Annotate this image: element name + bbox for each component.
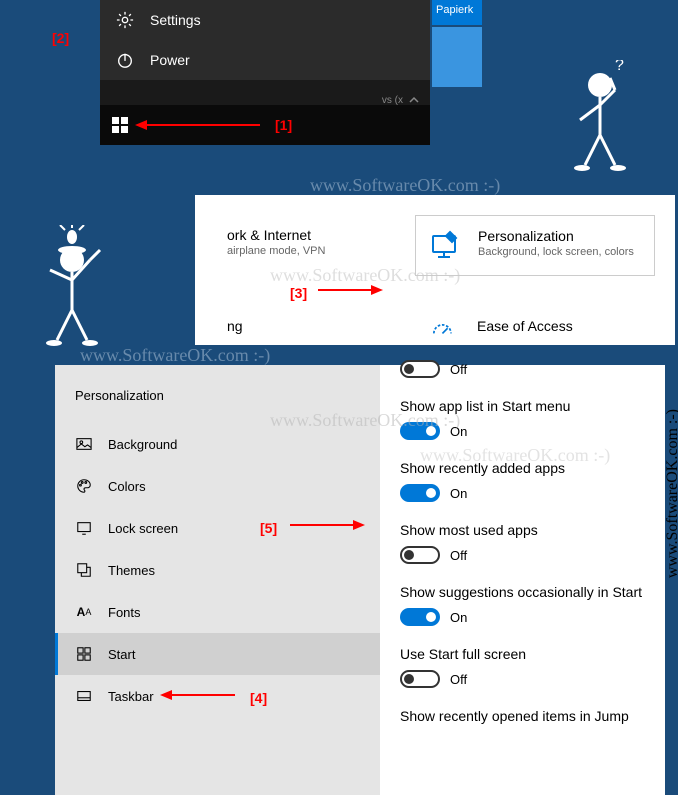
gaming-title: ng xyxy=(227,318,243,334)
lockscreen-icon xyxy=(75,519,93,537)
tile-blank[interactable] xyxy=(432,27,482,87)
arrow-1 xyxy=(135,115,265,135)
thinking-figure: ? xyxy=(560,60,640,180)
fullscreen-label: Use Start full screen xyxy=(400,646,645,662)
settings-label: Settings xyxy=(150,12,201,28)
annotation-3: [3] xyxy=(290,285,307,301)
picture-icon xyxy=(75,435,93,453)
settings-categories-panel: ork & Internet airplane mode, VPN Person… xyxy=(195,195,675,345)
power-label: Power xyxy=(150,52,190,68)
colors-label: Colors xyxy=(108,479,146,494)
taskbar-label: Taskbar xyxy=(108,689,154,704)
power-menu-item[interactable]: Power xyxy=(100,40,430,80)
settings-menu-item[interactable]: Settings xyxy=(100,0,430,40)
start-icon xyxy=(75,645,93,663)
sidebar-title: Personalization xyxy=(55,380,380,423)
lockscreen-label: Lock screen xyxy=(108,521,178,536)
app-list-state: On xyxy=(450,424,467,439)
sidebar-item-background[interactable]: Background xyxy=(55,423,380,465)
fonts-icon: AA xyxy=(75,603,93,621)
recent-apps-state: On xyxy=(450,486,467,501)
start-button[interactable] xyxy=(100,105,140,145)
taskbar-icon xyxy=(75,687,93,705)
arrow-4 xyxy=(160,685,240,705)
annotation-2: [2] xyxy=(52,30,69,46)
toggle-app-list[interactable] xyxy=(400,422,440,440)
sidebar-item-themes[interactable]: Themes xyxy=(55,549,380,591)
suggestions-label: Show suggestions occasionally in Start xyxy=(400,584,645,600)
ease-title: Ease of Access xyxy=(477,318,573,334)
personalization-subtitle: Background, lock screen, colors xyxy=(478,246,634,258)
tile-papierkorb[interactable]: Papierk xyxy=(432,0,482,25)
toggle-most-used[interactable] xyxy=(400,546,440,564)
power-icon xyxy=(115,50,135,70)
recent-apps-label: Show recently added apps xyxy=(400,460,645,476)
tile-area: Papierk xyxy=(432,0,482,85)
jump-list-label: Show recently opened items in Jump xyxy=(400,708,645,724)
fonts-label: Fonts xyxy=(108,605,141,620)
category-gaming[interactable]: ng xyxy=(215,306,375,365)
tray-text: vs (x xyxy=(382,95,403,106)
most-used-state: Off xyxy=(450,548,467,563)
idea-figure xyxy=(30,225,110,355)
background-label: Background xyxy=(108,437,177,452)
category-personalization[interactable]: Personalization Background, lock screen,… xyxy=(415,215,655,276)
palette-icon xyxy=(75,477,93,495)
fullscreen-state: Off xyxy=(450,672,467,687)
watermark-side: www.SoftwareOK.com :-) xyxy=(664,409,678,578)
watermark-1: www.SoftwareOK.com :-) xyxy=(310,175,500,196)
most-used-label: Show most used apps xyxy=(400,522,645,538)
start-menu: Settings Power vs (x xyxy=(100,0,430,120)
toggle-suggestions[interactable] xyxy=(400,608,440,626)
gear-icon xyxy=(115,10,135,30)
windows-icon xyxy=(112,117,128,133)
suggestions-state: On xyxy=(450,610,467,625)
settings-content: Off Show app list in Start menu On Show … xyxy=(380,365,665,795)
sidebar-item-start[interactable]: Start xyxy=(55,633,380,675)
annotation-5: [5] xyxy=(260,520,277,536)
toggle-off-state: Off xyxy=(450,362,467,377)
annotation-1: [1] xyxy=(275,117,292,133)
category-network[interactable]: ork & Internet airplane mode, VPN xyxy=(215,215,375,276)
svg-text:?: ? xyxy=(615,60,624,74)
arrow-3 xyxy=(318,280,388,300)
category-ease-of-access[interactable]: Ease of Access xyxy=(415,306,655,365)
network-subtitle: airplane mode, VPN xyxy=(227,245,325,257)
themes-label: Themes xyxy=(108,563,155,578)
themes-icon xyxy=(75,561,93,579)
start-label: Start xyxy=(108,647,135,662)
sidebar-item-colors[interactable]: Colors xyxy=(55,465,380,507)
toggle-recent-apps[interactable] xyxy=(400,484,440,502)
ease-icon xyxy=(427,318,462,353)
personalization-icon xyxy=(428,228,463,263)
sidebar-item-fonts[interactable]: AA Fonts xyxy=(55,591,380,633)
personalization-title: Personalization xyxy=(478,228,634,244)
toggle-partial[interactable] xyxy=(400,360,440,378)
toggle-fullscreen[interactable] xyxy=(400,670,440,688)
app-list-label: Show app list in Start menu xyxy=(400,398,645,414)
settings-sidebar: Personalization Background Colors Lock s… xyxy=(55,365,380,795)
personalization-panel: Personalization Background Colors Lock s… xyxy=(55,365,665,795)
network-title: ork & Internet xyxy=(227,227,325,243)
annotation-4: [4] xyxy=(250,690,267,706)
arrow-5 xyxy=(290,515,370,535)
